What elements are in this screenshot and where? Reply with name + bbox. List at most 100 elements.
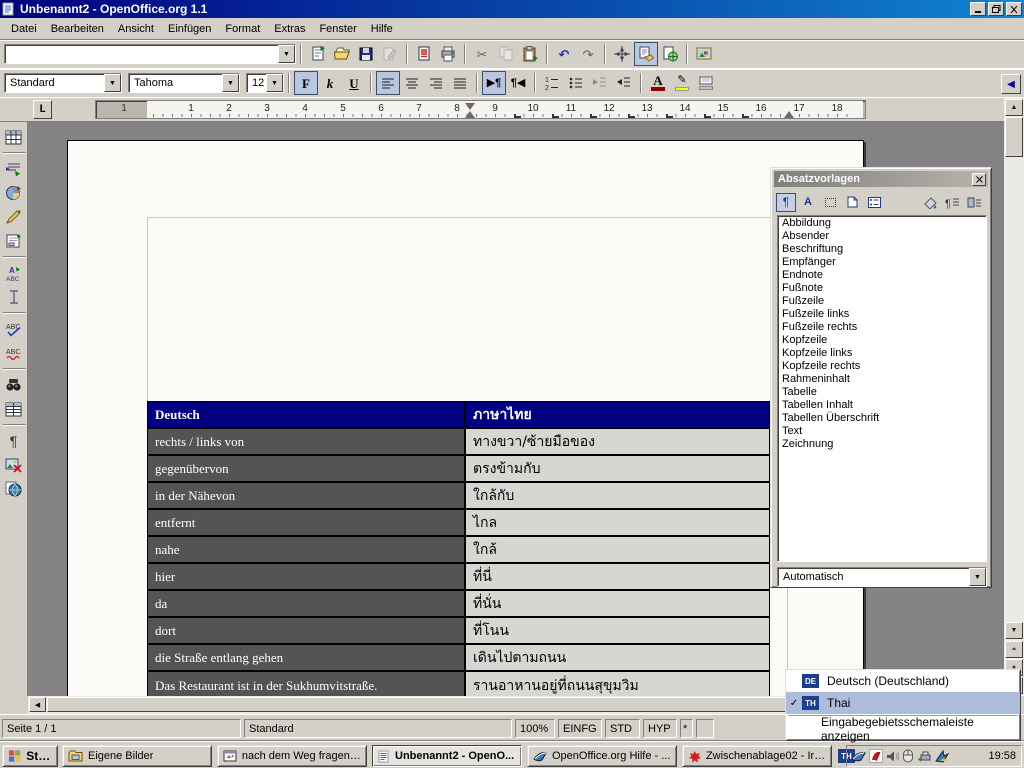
- status-page-style[interactable]: Standard: [244, 719, 512, 738]
- style-list-item[interactable]: Tabelle: [780, 386, 984, 399]
- table-cell-th[interactable]: เดินไปตามถนน: [466, 645, 769, 670]
- restore-button[interactable]: [988, 2, 1004, 16]
- fill-format-mode-button[interactable]: [920, 193, 940, 212]
- frame-styles-button[interactable]: [820, 193, 840, 212]
- menu-item[interactable]: Datei: [4, 20, 44, 38]
- menu-item[interactable]: Hilfe: [364, 20, 400, 38]
- table-cell-de[interactable]: Das Restaurant ist in der Sukhumvitstraß…: [148, 672, 466, 696]
- new-document-button[interactable]: [306, 42, 330, 66]
- table-row[interactable]: die Straße entlang gehen เดินไปตามถนน: [148, 645, 769, 672]
- style-list-item[interactable]: Fußnote: [780, 282, 984, 295]
- align-right-button[interactable]: [424, 71, 448, 95]
- tray-clock[interactable]: 19:58: [988, 750, 1016, 762]
- task-zwischenablage-irfanview[interactable]: Zwischenablage02 - Irf...: [682, 745, 832, 767]
- justify-button[interactable]: [448, 71, 472, 95]
- table-row[interactable]: Das Restaurant ist in der Sukhumvitstraß…: [148, 672, 769, 696]
- status-hyperlink-mode[interactable]: HYP: [643, 719, 677, 738]
- table-cell-de[interactable]: gegenübervon: [148, 456, 466, 481]
- spellcheck-button[interactable]: ABC: [2, 317, 26, 341]
- table-cell-de[interactable]: die Straße entlang gehen: [148, 645, 466, 670]
- chevron-down-icon[interactable]: ▼: [278, 45, 295, 63]
- task-nach-dem-weg-fragen[interactable]: nach dem Weg fragen ...: [217, 745, 367, 767]
- table-cell-de[interactable]: nahe: [148, 537, 466, 562]
- numbered-list-button[interactable]: 12: [540, 71, 564, 95]
- minimize-button[interactable]: [970, 2, 986, 16]
- graphics-on-off-button[interactable]: [2, 453, 26, 477]
- new-style-from-selection-button[interactable]: ¶: [942, 193, 962, 212]
- tab-type-selector[interactable]: L: [33, 100, 52, 119]
- stylist-close-button[interactable]: [972, 173, 986, 186]
- form-functions-button[interactable]: [2, 229, 26, 253]
- previous-page-icon[interactable]: ⏶: [1005, 641, 1023, 658]
- task-unbenannt2-openoffice[interactable]: Unbenannt2 - OpenO...: [372, 745, 522, 767]
- font-name-combobox[interactable]: Tahoma ▼: [128, 73, 240, 93]
- document-page[interactable]: Deutsch ภาษาไทย rechts / links von ทางขว…: [67, 140, 864, 696]
- first-line-indent-marker[interactable]: [465, 103, 475, 110]
- style-list-item[interactable]: Empfänger: [780, 256, 984, 269]
- task-eigene-bilder[interactable]: Eigene Bilder: [62, 745, 212, 767]
- data-sources-button[interactable]: [2, 397, 26, 421]
- style-list-item[interactable]: Abbildung: [780, 217, 984, 230]
- table-cell-th[interactable]: ไกล: [466, 510, 769, 535]
- cut-button[interactable]: ✂: [470, 42, 494, 66]
- chevron-down-icon[interactable]: ▼: [104, 74, 121, 92]
- table-cell-de[interactable]: entfernt: [148, 510, 466, 535]
- table-row[interactable]: entfernt ไกล: [148, 510, 769, 537]
- table-cell-de[interactable]: rechts / links von: [148, 429, 466, 454]
- chevron-down-icon[interactable]: ▼: [222, 74, 239, 92]
- hyperlink-dialog-button[interactable]: [658, 42, 682, 66]
- style-filter-combobox[interactable]: Automatisch ▼: [777, 567, 987, 587]
- openoffice-quickstart-icon[interactable]: [851, 749, 866, 763]
- highlighting-button[interactable]: ✎: [670, 71, 694, 95]
- bold-button[interactable]: F: [294, 71, 318, 95]
- menu-item[interactable]: Bearbeiten: [44, 20, 111, 38]
- table-cell-th[interactable]: ทางขวา/ซ้ายมือของ: [466, 429, 769, 454]
- style-list-item[interactable]: Endnote: [780, 269, 984, 282]
- menu-item[interactable]: Fenster: [312, 20, 363, 38]
- table-cell-de[interactable]: da: [148, 591, 466, 616]
- table-row[interactable]: dort ที่โนน: [148, 618, 769, 645]
- table-cell-th[interactable]: รานอาหานอยู่ที่ถนนสุขุมวิม: [466, 672, 769, 696]
- style-list-item[interactable]: Text: [780, 425, 984, 438]
- align-left-button[interactable]: [376, 71, 400, 95]
- left-to-right-button[interactable]: ▶¶: [482, 71, 506, 95]
- underline-button[interactable]: U: [342, 71, 366, 95]
- table-cell-th[interactable]: ที่โนน: [466, 618, 769, 643]
- input-language-menu[interactable]: DE Deutsch (Deutschland) ✓ TH Thai Einga…: [785, 669, 1021, 741]
- task-openoffice-hilfe[interactable]: OpenOffice.org Hilfe - ...: [527, 745, 677, 767]
- style-list-item[interactable]: Kopfzeile: [780, 334, 984, 347]
- stylist-title-bar[interactable]: Absatzvorlagen: [774, 171, 988, 187]
- update-style-button[interactable]: [964, 193, 984, 212]
- printer-monitor-icon[interactable]: [917, 749, 931, 763]
- increase-indent-button[interactable]: [612, 71, 636, 95]
- font-size-combobox[interactable]: 12 ▼: [246, 73, 284, 93]
- redo-button[interactable]: ↷: [576, 42, 600, 66]
- export-pdf-button[interactable]: [412, 42, 436, 66]
- save-button[interactable]: [354, 42, 378, 66]
- more-buttons-button[interactable]: ◀: [1001, 74, 1021, 94]
- style-list-item[interactable]: Absender: [780, 230, 984, 243]
- insert-object-button[interactable]: [2, 181, 26, 205]
- scroll-left-icon[interactable]: ◀: [29, 697, 46, 712]
- style-list-item[interactable]: Zeichnung: [780, 438, 984, 451]
- table-row[interactable]: nahe ใกล้: [148, 537, 769, 564]
- style-list-item[interactable]: Tabellen Inhalt: [780, 399, 984, 412]
- style-list-item[interactable]: Tabellen Überschrift: [780, 412, 984, 425]
- align-center-button[interactable]: [400, 71, 424, 95]
- table-header-de[interactable]: Deutsch: [148, 402, 466, 427]
- gallery-button[interactable]: [692, 42, 716, 66]
- status-zoom[interactable]: 100%: [515, 719, 555, 738]
- right-to-left-button[interactable]: ¶◀: [506, 71, 530, 95]
- url-combobox[interactable]: ▼: [4, 44, 296, 64]
- numbering-styles-button[interactable]: [864, 193, 884, 212]
- stylist-button[interactable]: [634, 42, 658, 66]
- print-button[interactable]: [436, 42, 460, 66]
- decrease-indent-button[interactable]: [588, 71, 612, 95]
- edit-file-button[interactable]: [378, 42, 402, 66]
- table-row[interactable]: da ที่นั่น: [148, 591, 769, 618]
- chevron-down-icon[interactable]: ▼: [969, 568, 986, 586]
- menu-item[interactable]: Einfügen: [161, 20, 218, 38]
- right-indent-marker[interactable]: [784, 111, 794, 118]
- table-cell-th[interactable]: ที่นั่น: [466, 591, 769, 616]
- table-cell-th[interactable]: ใกล้: [466, 537, 769, 562]
